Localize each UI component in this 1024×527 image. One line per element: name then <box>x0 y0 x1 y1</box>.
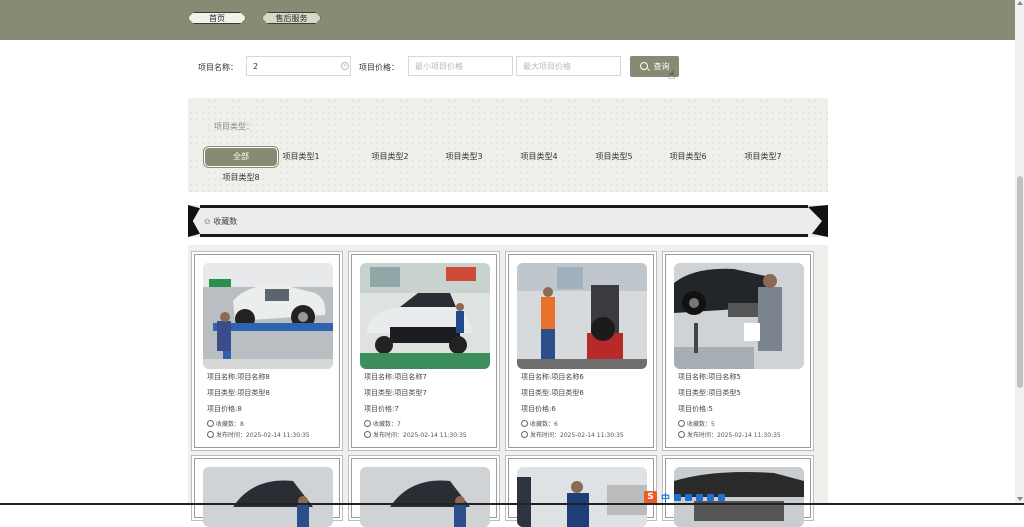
card-project-price: 项目价格:7 <box>364 405 399 413</box>
mouse-cursor-icon: ☝ <box>668 68 676 82</box>
product-image[interactable] <box>360 263 490 369</box>
ime-skin-icon[interactable] <box>707 493 715 501</box>
star-icon <box>678 420 685 427</box>
type-filter-6[interactable]: 项目类型6 <box>652 148 724 166</box>
card-favorites-text: 收藏数：6 <box>530 421 558 428</box>
brush-stroke-bottom <box>200 234 808 237</box>
card-favorites: 收藏数：5 <box>678 419 715 428</box>
product-card[interactable] <box>508 458 654 527</box>
card-published: 发布时间：2025-02-14 11:30:35 <box>521 430 624 439</box>
card-published-text: 发布时间：2025-02-14 11:30:35 <box>373 432 467 439</box>
card-favorites-text: 收藏数：8 <box>216 421 244 428</box>
ime-toolbox-icon[interactable] <box>718 493 726 501</box>
ime-keyboard-icon[interactable] <box>696 493 704 501</box>
project-name-label: 项目名称： <box>198 63 238 72</box>
product-image[interactable] <box>203 263 333 369</box>
type-filter-4[interactable]: 项目类型4 <box>503 148 575 166</box>
star-icon <box>521 420 528 427</box>
nav-after-sales-button[interactable]: 售后服务 <box>262 12 321 24</box>
max-price-input[interactable] <box>516 56 621 76</box>
product-image[interactable] <box>203 467 333 527</box>
card-project-price: 项目价格:6 <box>521 405 556 413</box>
product-card[interactable]: 项目名称:项目名称8 项目类型:项目类型8 项目价格:8 收藏数：8 发布时间：… <box>194 254 340 448</box>
card-favorites-text: 收藏数：5 <box>687 421 715 428</box>
card-project-name: 项目名称:项目名称7 <box>364 373 427 381</box>
ime-microphone-icon[interactable] <box>685 493 693 501</box>
clock-icon <box>364 431 371 438</box>
card-project-name: 项目名称:项目名称8 <box>207 373 270 381</box>
card-project-name: 项目名称:项目名称6 <box>521 373 584 381</box>
card-favorites: 收藏数：8 <box>207 419 244 428</box>
clock-icon <box>678 431 685 438</box>
ime-punctuation-icon[interactable] <box>674 493 682 501</box>
product-card[interactable] <box>351 458 497 527</box>
product-image[interactable] <box>360 467 490 527</box>
project-price-label: 项目价格： <box>359 63 399 72</box>
type-filter-8[interactable]: 项目类型8 <box>205 169 277 187</box>
scrollbar-thumb[interactable] <box>1017 176 1023 388</box>
card-project-price: 项目价格:5 <box>678 405 713 413</box>
type-filter-2[interactable]: 项目类型2 <box>354 148 426 166</box>
product-card[interactable] <box>194 458 340 527</box>
product-image[interactable] <box>517 467 647 527</box>
sogou-logo-icon[interactable]: S <box>644 490 657 504</box>
card-favorites: 收藏数：6 <box>521 419 558 428</box>
top-nav-bar <box>0 0 1015 40</box>
type-filter-1[interactable]: 项目类型1 <box>265 148 337 166</box>
min-price-input[interactable] <box>408 56 513 76</box>
product-card[interactable]: 项目名称:项目名称5 项目类型:项目类型5 项目价格:5 收藏数：5 发布时间：… <box>665 254 811 448</box>
favorites-section-header <box>188 205 828 237</box>
card-published-text: 发布时间：2025-02-14 11:30:35 <box>530 432 624 439</box>
product-card[interactable]: 项目名称:项目名称7 项目类型:项目类型7 项目价格:7 收藏数：7 发布时间：… <box>351 254 497 448</box>
scroll-down-arrow-icon[interactable] <box>1017 497 1023 501</box>
star-icon <box>207 420 214 427</box>
card-published: 发布时间：2025-02-14 11:30:35 <box>678 430 781 439</box>
ime-toolbar[interactable]: S 中 <box>644 490 726 504</box>
card-published: 发布时间：2025-02-14 11:30:35 <box>207 430 310 439</box>
type-filter-panel <box>188 98 828 192</box>
card-project-price: 项目价格:8 <box>207 405 242 413</box>
product-card[interactable]: 项目名称:项目名称6 项目类型:项目类型6 项目价格:6 收藏数：6 发布时间：… <box>508 254 654 448</box>
card-project-name: 项目名称:项目名称5 <box>678 373 741 381</box>
card-favorites: 收藏数：7 <box>364 419 401 428</box>
product-image[interactable] <box>517 263 647 369</box>
clear-input-icon[interactable]: × <box>341 62 349 70</box>
search-icon <box>639 62 648 70</box>
type-filter-7[interactable]: 项目类型7 <box>727 148 799 166</box>
card-project-type: 项目类型:项目类型7 <box>364 389 427 397</box>
nav-home-button[interactable]: 首页 <box>188 12 246 24</box>
ime-language-indicator[interactable]: 中 <box>661 491 670 504</box>
brush-stroke-top <box>200 205 808 208</box>
card-favorites-text: 收藏数：7 <box>373 421 401 428</box>
type-filter-5[interactable]: 项目类型5 <box>578 148 650 166</box>
project-name-input[interactable] <box>246 56 351 76</box>
card-project-type: 项目类型:项目类型5 <box>678 389 741 397</box>
card-published-text: 发布时间：2025-02-14 11:30:35 <box>216 432 310 439</box>
star-icon <box>364 420 371 427</box>
clock-icon <box>207 431 214 438</box>
card-published: 发布时间：2025-02-14 11:30:35 <box>364 430 467 439</box>
type-filter-title: 项目类型： <box>214 122 254 131</box>
scroll-up-arrow-icon[interactable] <box>1017 1 1023 5</box>
card-published-text: 发布时间：2025-02-14 11:30:35 <box>687 432 781 439</box>
type-filter-3[interactable]: 项目类型3 <box>428 148 500 166</box>
card-project-type: 项目类型:项目类型8 <box>207 389 270 397</box>
product-card[interactable] <box>665 458 811 527</box>
clock-icon <box>521 431 528 438</box>
product-image[interactable] <box>674 263 804 369</box>
card-project-type: 项目类型:项目类型6 <box>521 389 584 397</box>
favorites-section-label[interactable]: ✩ 收藏数 <box>204 216 237 227</box>
